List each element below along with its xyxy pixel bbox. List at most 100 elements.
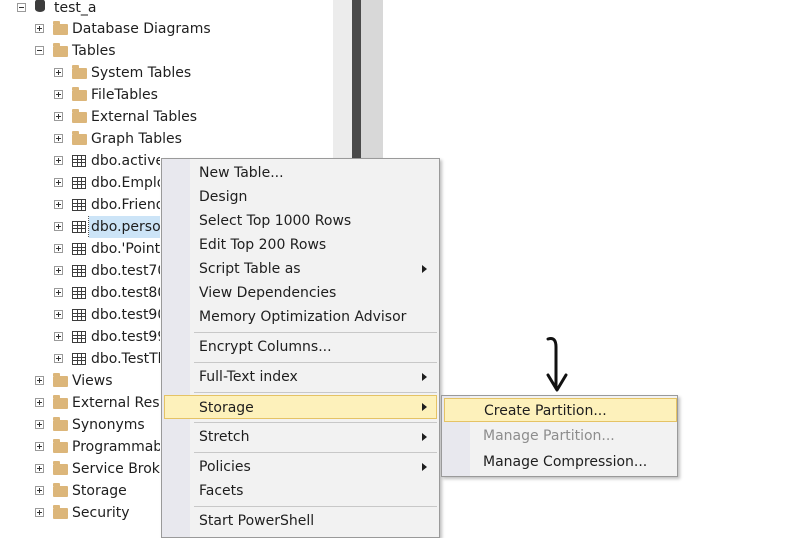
menu-item-label: Facets xyxy=(199,483,244,499)
tree-node-security[interactable]: Security xyxy=(0,502,160,524)
tree-node-label: dbo.'Point xyxy=(91,241,160,257)
menu-item-manage-compression[interactable]: Manage Compression... xyxy=(444,450,677,474)
expand-icon[interactable] xyxy=(54,134,63,143)
menu-item-facets[interactable]: Facets xyxy=(164,479,437,503)
menu-item-full-text-index[interactable]: Full-Text index xyxy=(164,365,437,389)
expand-icon[interactable] xyxy=(54,156,63,165)
table-icon xyxy=(72,221,86,233)
folder-icon xyxy=(53,505,68,519)
menu-item-script-table-as[interactable]: Script Table as xyxy=(164,257,437,281)
table-icon xyxy=(72,177,86,189)
menu-item-label: Encrypt Columns... xyxy=(199,339,332,355)
expand-icon[interactable] xyxy=(54,90,63,99)
expand-icon[interactable] xyxy=(35,420,44,429)
tree-node-external-resources[interactable]: External Reso xyxy=(0,392,160,414)
menu-item-edit-top-200[interactable]: Edit Top 200 Rows xyxy=(164,233,437,257)
tree-node-table[interactable]: dbo.test80 xyxy=(0,282,160,304)
tree-node-external-tables[interactable]: External Tables xyxy=(0,106,330,128)
tree-node-table[interactable]: dbo.test90 xyxy=(0,304,160,326)
menu-item-start-powershell[interactable]: Start PowerShell xyxy=(164,509,437,533)
menu-separator xyxy=(194,362,437,363)
expand-icon[interactable] xyxy=(54,244,63,253)
tree-node-database-diagrams[interactable]: Database Diagrams xyxy=(0,18,330,40)
menu-item-manage-partition: Manage Partition... xyxy=(444,424,677,448)
tree-node-storage[interactable]: Storage xyxy=(0,480,160,502)
tree-node-views[interactable]: Views xyxy=(0,370,160,392)
tree-node-table[interactable]: dbo.TestTb xyxy=(0,348,160,370)
tree-node-label: Tables xyxy=(72,43,116,59)
folder-icon xyxy=(53,21,68,35)
expand-icon[interactable] xyxy=(35,398,44,407)
menu-item-stretch[interactable]: Stretch xyxy=(164,425,437,449)
tree-node-tables[interactable]: Tables xyxy=(0,40,330,62)
expand-icon[interactable] xyxy=(54,288,63,297)
tree-node-label: test_a xyxy=(54,0,97,16)
tree-node-label: External Tables xyxy=(91,109,198,125)
menu-item-storage[interactable]: Storage xyxy=(164,395,437,419)
folder-icon xyxy=(72,65,87,79)
submenu-arrow-icon xyxy=(422,403,427,411)
tree-node-table[interactable]: dbo.test70 xyxy=(0,260,160,282)
expand-icon[interactable] xyxy=(35,508,44,517)
tree-node-database[interactable]: test_a xyxy=(0,0,330,19)
tree-node-programmability[interactable]: Programmabi xyxy=(0,436,160,458)
tree-node-synonyms[interactable]: Synonyms xyxy=(0,414,160,436)
tree-node-label: Views xyxy=(72,373,113,389)
tree-node-table[interactable]: dbo.activeta xyxy=(0,150,160,172)
tree-node-table[interactable]: dbo.test99 xyxy=(0,326,160,348)
table-icon xyxy=(72,353,86,365)
expand-icon[interactable] xyxy=(54,200,63,209)
menu-item-select-top-1000[interactable]: Select Top 1000 Rows xyxy=(164,209,437,233)
menu-item-policies[interactable]: Policies xyxy=(164,455,437,479)
expand-icon[interactable] xyxy=(54,310,63,319)
menu-item-new-table[interactable]: New Table... xyxy=(164,161,437,185)
tree-node-label: Synonyms xyxy=(72,417,145,433)
menu-item-design[interactable]: Design xyxy=(164,185,437,209)
tree-node-table[interactable]: dbo.Friend xyxy=(0,194,160,216)
expand-icon[interactable] xyxy=(54,112,63,121)
expand-icon[interactable] xyxy=(54,178,63,187)
table-icon xyxy=(72,199,86,211)
expand-icon[interactable] xyxy=(35,442,44,451)
folder-icon xyxy=(53,461,68,475)
tree-node-table[interactable]: dbo.'Point xyxy=(0,238,160,260)
expand-icon[interactable] xyxy=(54,266,63,275)
menu-item-label: View Dependencies xyxy=(199,285,337,301)
annotation-arrow-icon xyxy=(546,337,568,392)
expand-icon[interactable] xyxy=(54,332,63,341)
tree-node-label: dbo.test90 xyxy=(91,307,160,323)
expand-icon[interactable] xyxy=(35,464,44,473)
expand-icon[interactable] xyxy=(54,222,63,231)
table-icon xyxy=(72,265,86,277)
tree-node-label: dbo.Friend xyxy=(91,197,160,213)
expand-icon[interactable] xyxy=(35,24,44,33)
folder-icon xyxy=(53,43,68,57)
tree-node-graph-tables[interactable]: Graph Tables xyxy=(0,128,330,150)
tree-node-filetables[interactable]: FileTables xyxy=(0,84,330,106)
expand-icon[interactable] xyxy=(54,68,63,77)
tree-node-service-broker[interactable]: Service Broke xyxy=(0,458,160,480)
folder-icon xyxy=(72,131,87,145)
collapse-icon[interactable] xyxy=(17,3,26,12)
tree-node-table[interactable]: dbo.Emplo xyxy=(0,172,160,194)
tree-node-label: dbo.test70 xyxy=(91,263,160,279)
expand-icon[interactable] xyxy=(54,354,63,363)
menu-separator xyxy=(194,506,437,507)
tree-node-label: FileTables xyxy=(91,87,158,103)
folder-icon xyxy=(53,417,68,431)
tree-node-label: dbo.test80 xyxy=(91,285,160,301)
tree-node-table-selected[interactable]: dbo.person xyxy=(0,216,160,238)
tree-node-label: Service Broke xyxy=(72,461,160,477)
context-menu: New Table... Design Select Top 1000 Rows… xyxy=(161,158,440,538)
menu-item-view-dependencies[interactable]: View Dependencies xyxy=(164,281,437,305)
storage-submenu: Create Partition... Manage Partition... … xyxy=(441,395,678,477)
folder-icon xyxy=(53,483,68,497)
collapse-icon[interactable] xyxy=(35,46,44,55)
menu-item-encrypt-columns[interactable]: Encrypt Columns... xyxy=(164,335,437,359)
menu-item-memory-optimization-advisor[interactable]: Memory Optimization Advisor xyxy=(164,305,437,329)
expand-icon[interactable] xyxy=(35,376,44,385)
expand-icon[interactable] xyxy=(35,486,44,495)
tree-node-system-tables[interactable]: System Tables xyxy=(0,62,330,84)
tree-node-label: dbo.activeta xyxy=(91,153,160,169)
menu-item-create-partition[interactable]: Create Partition... xyxy=(444,398,677,422)
